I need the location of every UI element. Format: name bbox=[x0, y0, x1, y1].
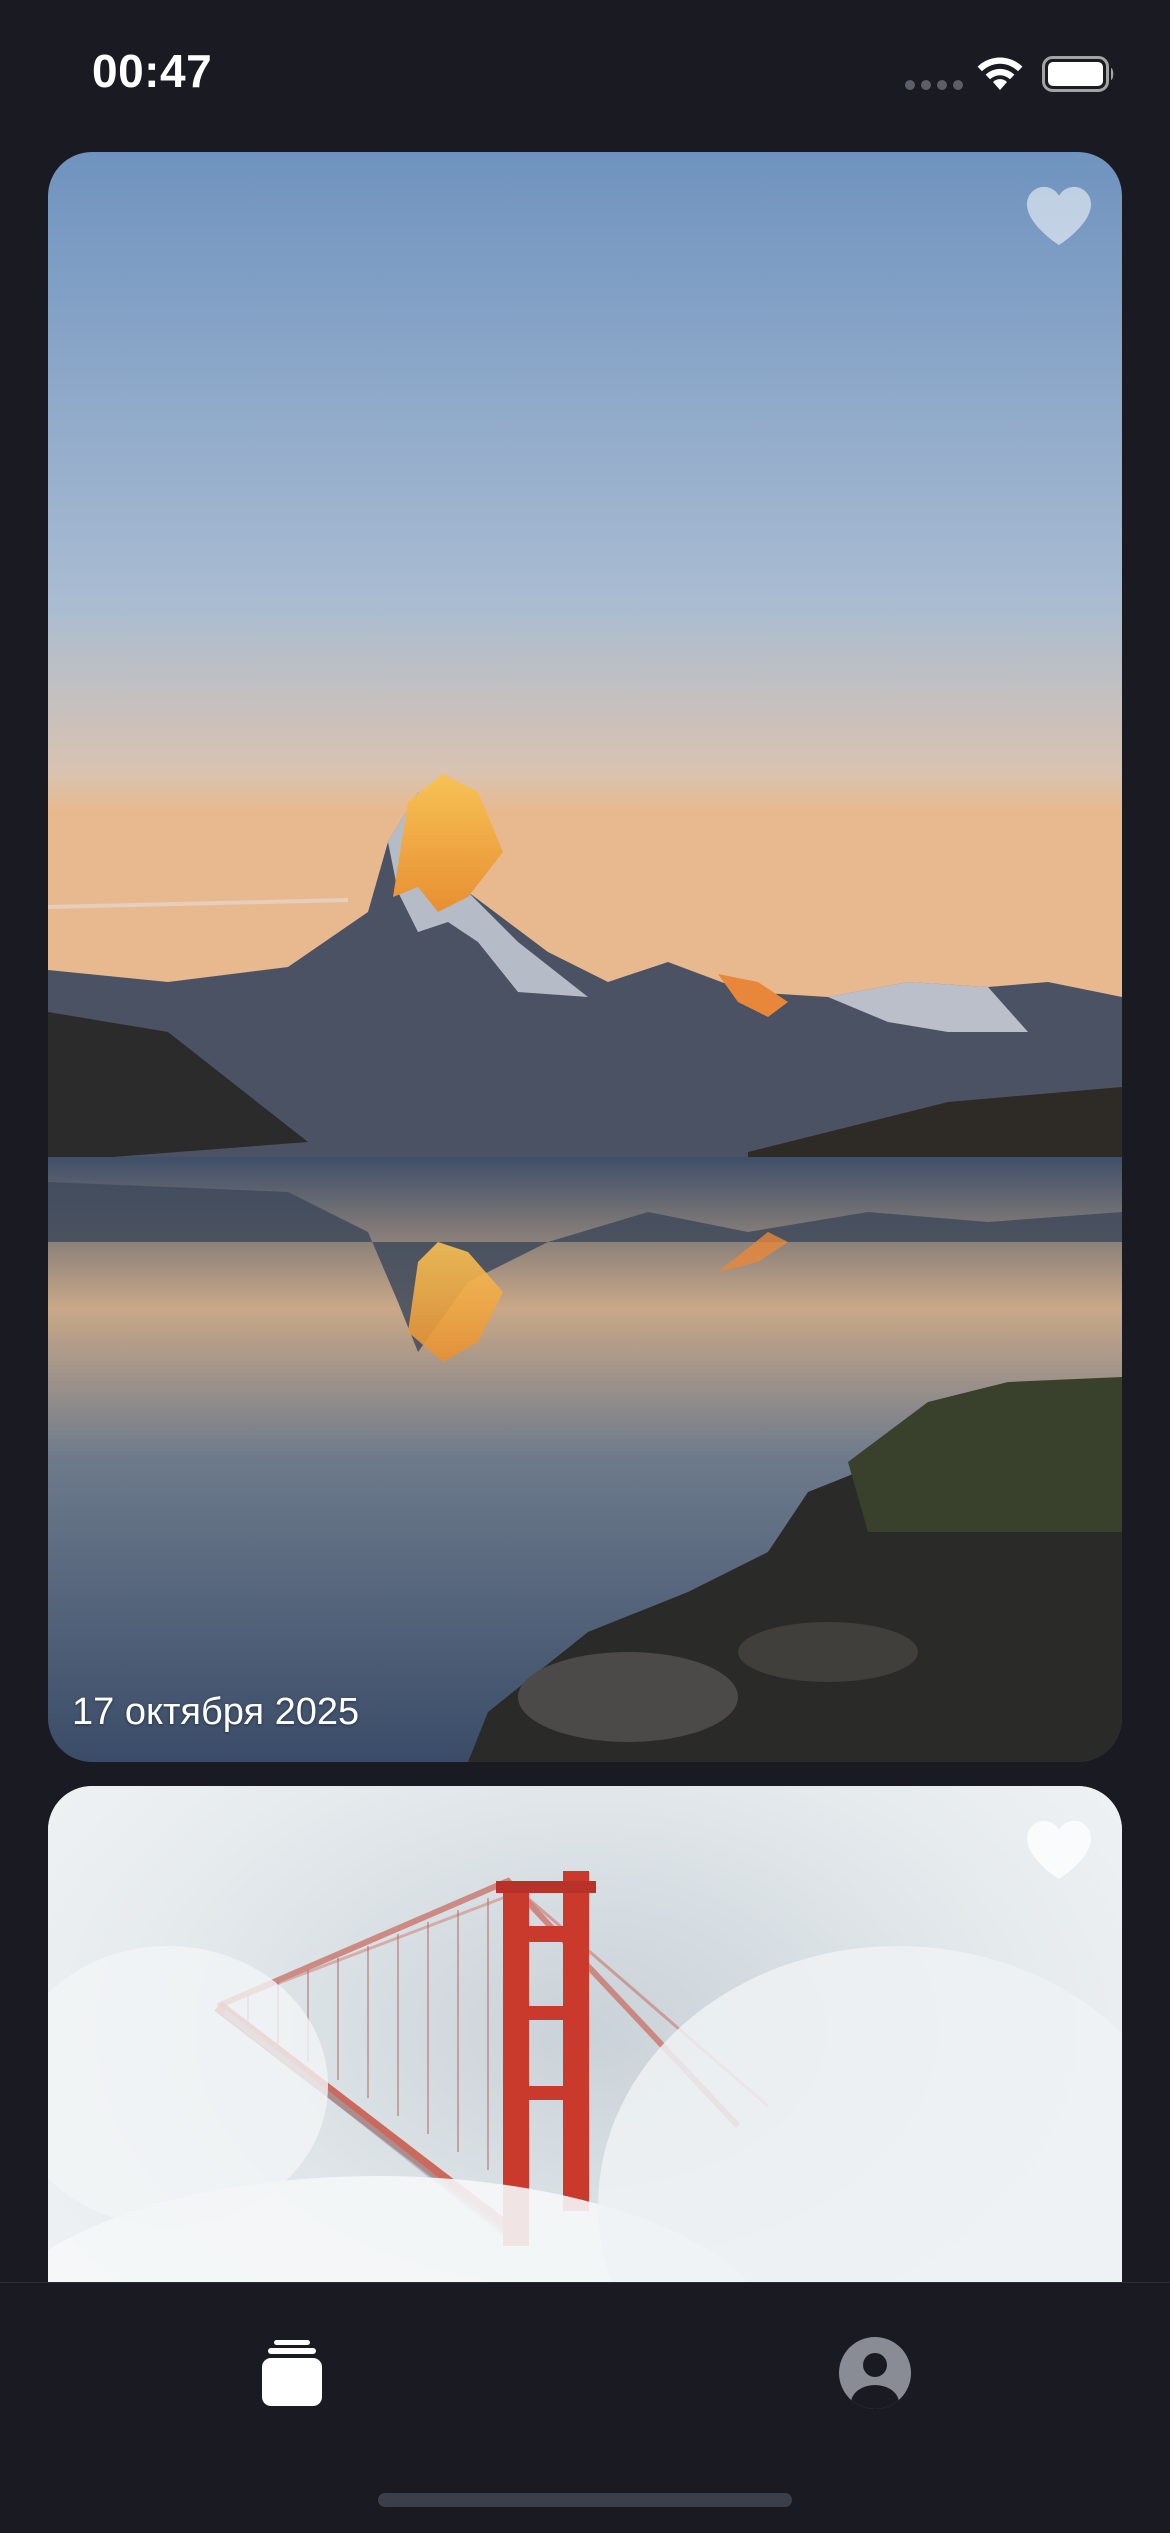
status-time: 00:47 bbox=[92, 45, 213, 97]
cellular-signal-icon bbox=[905, 80, 963, 90]
tab-feed[interactable] bbox=[232, 2323, 352, 2423]
photo-date: 17 октября 2025 bbox=[72, 1691, 360, 1733]
like-button[interactable] bbox=[1024, 1818, 1094, 1882]
home-indicator[interactable] bbox=[378, 2493, 792, 2507]
photo-card[interactable]: 17 октября 2025 bbox=[48, 152, 1122, 1762]
heart-icon bbox=[1027, 186, 1091, 246]
photo-card[interactable] bbox=[48, 1786, 1122, 2282]
wifi-icon bbox=[977, 57, 1023, 90]
battery-icon bbox=[1042, 56, 1114, 92]
photo-feed[interactable]: 17 октября 2025 bbox=[0, 0, 1170, 2282]
stack-icon bbox=[262, 2340, 322, 2406]
heart-icon bbox=[1027, 1820, 1091, 1880]
status-bar: 00:47 bbox=[0, 0, 1170, 140]
like-button[interactable] bbox=[1024, 184, 1094, 248]
mountain-lake-photo bbox=[48, 152, 1122, 1762]
profile-icon bbox=[839, 2337, 911, 2409]
tab-profile[interactable] bbox=[815, 2323, 935, 2423]
bridge-fog-photo bbox=[48, 1786, 1122, 2282]
tab-bar bbox=[0, 2282, 1170, 2533]
